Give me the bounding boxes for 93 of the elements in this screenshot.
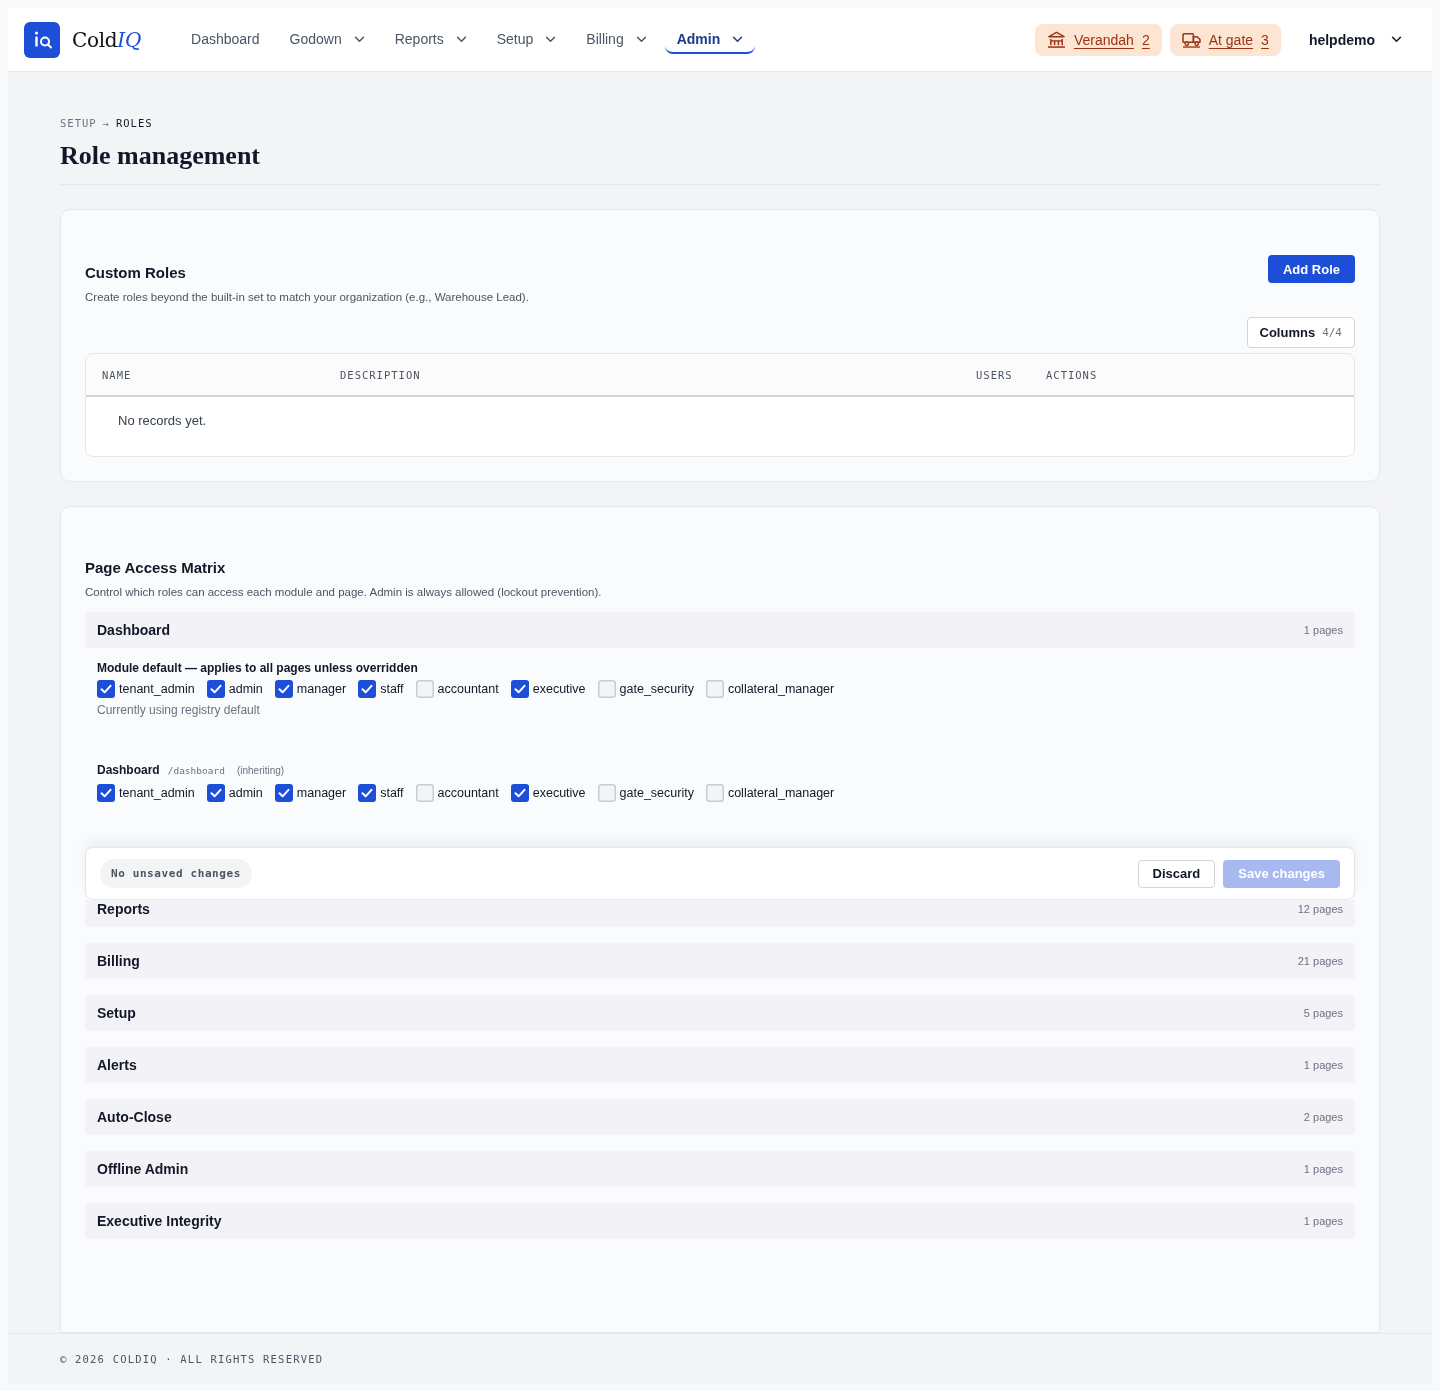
checkbox-label[interactable]: admin: [228, 680, 263, 698]
checkbox-label[interactable]: collateral_manager: [727, 784, 835, 802]
module-name: Auto-Close: [97, 1109, 172, 1125]
checkbox-label[interactable]: tenant_admin: [119, 680, 195, 698]
user-menu[interactable]: helpdemo: [1308, 27, 1402, 52]
checkbox-label[interactable]: gate_security: [619, 784, 694, 802]
truck-icon: [1181, 31, 1201, 48]
column-header[interactable]: ACTIONS: [1046, 368, 1098, 381]
page-name: Dashboard: [97, 762, 160, 778]
chevron-down-icon: [1391, 36, 1402, 43]
discard-button[interactable]: Discard: [1137, 859, 1216, 888]
module-row[interactable]: Auto-Close 2 pages: [85, 1099, 1355, 1135]
default-note: Currently using registry default: [97, 702, 261, 718]
add-role-button[interactable]: Add Role: [1267, 255, 1355, 283]
module-row[interactable]: Executive Integrity 1 pages: [85, 1203, 1355, 1239]
empty-message: No records yet.: [118, 413, 207, 428]
copyright-text: © 2026 COLDIQ · ALL RIGHTS RESERVED: [60, 1353, 324, 1365]
page-count: 5 pages: [1303, 1007, 1343, 1019]
nav-tab[interactable]: Dashboard: [179, 25, 272, 54]
checkbox[interactable]: [97, 680, 115, 698]
module-name: Executive Integrity: [97, 1213, 222, 1229]
section-title: Custom Roles: [85, 263, 187, 283]
pavilion-icon: [1046, 31, 1066, 48]
checkbox-label[interactable]: accountant: [437, 784, 499, 802]
page-count: 12 pages: [1297, 902, 1343, 917]
checkbox-label[interactable]: collateral_manager: [727, 680, 835, 698]
nav-tab[interactable]: Billing: [574, 25, 659, 54]
checkbox[interactable]: [206, 680, 225, 698]
checkbox-label[interactable]: executive: [532, 680, 586, 698]
checkbox-label[interactable]: gate_security: [619, 680, 694, 698]
module-row[interactable]: Setup 5 pages: [85, 995, 1355, 1031]
checkbox[interactable]: [358, 680, 377, 698]
checkbox[interactable]: [206, 784, 225, 802]
page-count: 21 pages: [1297, 955, 1343, 967]
checkbox[interactable]: [597, 784, 616, 802]
checkbox-label[interactable]: admin: [228, 784, 263, 802]
module-default-title: Module default — applies to all pages unless overridden: [97, 660, 419, 676]
brand-name[interactable]: ColdIQ: [72, 27, 142, 52]
page-count: 1 pages: [1303, 624, 1343, 636]
column-header[interactable]: DESCRIPTION: [340, 368, 421, 381]
module-name: Setup: [97, 1005, 136, 1021]
page-status: (inheriting): [236, 764, 285, 778]
section-description: Control which roles can access each module and page. Admin is always allowed (lockout prevention).: [85, 585, 603, 600]
checkbox-label[interactable]: staff: [380, 680, 404, 698]
module-name: Alerts: [97, 1057, 137, 1073]
checkbox[interactable]: [274, 784, 293, 802]
checkbox[interactable]: [705, 680, 724, 698]
checkbox[interactable]: [358, 784, 377, 802]
page-count: 1 pages: [1303, 1163, 1343, 1175]
checkbox[interactable]: [415, 680, 434, 698]
page-title: Role management: [60, 140, 261, 172]
checkbox[interactable]: [415, 784, 434, 802]
column-header[interactable]: NAME: [102, 368, 132, 381]
checkbox[interactable]: [510, 784, 529, 802]
checkbox-label[interactable]: executive: [532, 784, 586, 802]
checkbox-label[interactable]: accountant: [437, 680, 499, 698]
page-count: 2 pages: [1303, 1111, 1343, 1123]
checkbox-label[interactable]: manager: [296, 680, 347, 698]
section-title: Page Access Matrix: [85, 558, 227, 578]
nav-tab[interactable]: Admin: [664, 25, 756, 54]
module-name: Billing: [97, 953, 140, 969]
nav-tab[interactable]: Godown: [277, 25, 377, 54]
columns-button[interactable]: Columns 4/4: [1246, 317, 1355, 348]
nav-tab[interactable]: Reports: [382, 25, 479, 54]
checkbox[interactable]: [705, 784, 724, 802]
section-description: Create roles beyond the built-in set to match your organization (e.g., Warehouse Lead).: [85, 290, 529, 305]
checkbox-label[interactable]: tenant_admin: [119, 784, 195, 802]
checkbox[interactable]: [597, 680, 616, 698]
module-row[interactable]: Reports 12 pages: [85, 900, 1355, 927]
column-header[interactable]: USERS: [976, 368, 1013, 381]
status-link[interactable]: At gate 3: [1169, 23, 1281, 56]
module-row[interactable]: Offline Admin 1 pages: [85, 1151, 1355, 1187]
module-name: Dashboard: [97, 622, 171, 638]
page-count: 1 pages: [1303, 1215, 1343, 1227]
checkbox-label[interactable]: staff: [380, 784, 404, 802]
module-row[interactable]: Billing 21 pages: [85, 943, 1355, 979]
module-row[interactable]: Alerts 1 pages: [85, 1047, 1355, 1083]
breadcrumb-item: ROLES: [115, 116, 153, 131]
logo-icon[interactable]: [24, 21, 60, 58]
checkbox-label[interactable]: manager: [296, 784, 347, 802]
breadcrumb-separator: →: [102, 116, 110, 131]
nav-tab[interactable]: Setup: [484, 25, 569, 54]
module-name: Reports: [97, 901, 150, 917]
module-name: Offline Admin: [97, 1161, 189, 1177]
status-pill: No unsaved changes: [100, 859, 252, 888]
breadcrumb-item[interactable]: SETUP: [60, 115, 97, 131]
status-link[interactable]: Verandah 2: [1034, 23, 1162, 56]
checkbox[interactable]: [510, 680, 529, 698]
page-path: /dashboard: [167, 764, 225, 778]
checkbox[interactable]: [97, 784, 115, 802]
module-row[interactable]: Dashboard 1 pages: [85, 612, 1355, 648]
checkbox[interactable]: [274, 680, 293, 698]
page-count: 1 pages: [1303, 1059, 1343, 1071]
